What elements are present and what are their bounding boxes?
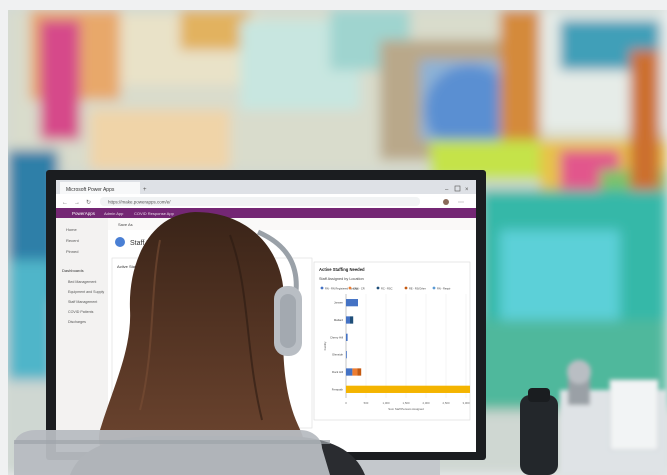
close-icon[interactable]: × — [465, 187, 469, 193]
breadcrumb-2[interactable]: COVID Response App — [134, 211, 175, 216]
breadcrumb-1[interactable]: Admin App — [104, 211, 124, 216]
more-icon[interactable]: ⋯ — [458, 200, 464, 206]
sidebar-item-equipment[interactable]: Equipment and Supply — [68, 290, 104, 294]
avatar[interactable] — [443, 199, 449, 205]
y-axis-label: Facility — [323, 341, 327, 350]
legend-swatch — [432, 286, 436, 290]
legend-swatch — [348, 286, 352, 290]
refresh-icon[interactable]: ↻ — [86, 199, 91, 206]
page-icon — [115, 237, 125, 247]
legend-swatch — [404, 286, 408, 290]
x-tick-label: 500 — [364, 401, 369, 405]
sidebar-section-label: Dashboards — [62, 268, 84, 273]
x-axis-label: Sum Staff Persons Assigned — [388, 407, 424, 411]
chart-panel-title: Active Staffing Needed — [319, 267, 365, 272]
sidebar-item-discharges[interactable]: Discharges — [68, 320, 86, 324]
new-tab-icon[interactable]: + — [143, 187, 147, 193]
scene-svg: Microsoft Power Apps + – × ← → ↻ https:/… — [0, 0, 667, 475]
legend-label: RC - RSC — [381, 287, 393, 291]
bar — [346, 351, 347, 359]
chair-mesh — [14, 440, 330, 444]
bottle-cap — [528, 388, 550, 402]
app-brand: PowerApps — [72, 211, 96, 216]
save-as-button[interactable]: Save As — [118, 222, 133, 227]
category-label: Jansen — [334, 301, 343, 305]
chart-panel — [313, 261, 471, 421]
x-tick-label: 3,000 — [463, 401, 470, 405]
legend-label: CRN - CR — [353, 287, 365, 291]
bar — [346, 333, 348, 341]
category-label: Freepath — [332, 387, 344, 391]
bar — [357, 368, 362, 376]
x-tick-label: 1,500 — [403, 401, 410, 405]
legend-swatch — [320, 286, 324, 290]
legend-label: RN - Respir — [437, 287, 451, 291]
sidebar-item-recent[interactable]: Recent — [66, 238, 80, 243]
legend-label: RE - RS/Other — [409, 287, 426, 291]
sidebar-item-covid[interactable]: COVID Patients — [68, 310, 94, 314]
legend-swatch — [376, 286, 380, 290]
bar — [352, 368, 358, 376]
category-label: Rock Hill — [332, 370, 343, 374]
bar — [346, 385, 470, 393]
top-margin — [0, 0, 667, 10]
bar — [346, 368, 353, 376]
x-tick-label: 2,500 — [443, 401, 450, 405]
bar — [346, 299, 358, 307]
sidebar-item-home[interactable]: Home — [66, 227, 77, 232]
left-margin — [0, 0, 8, 475]
forward-icon[interactable]: → — [74, 200, 80, 206]
sidebar-item-bed-management[interactable]: Bed Management — [68, 280, 96, 284]
sidebar — [56, 218, 108, 452]
x-tick-label: 1,000 — [383, 401, 390, 405]
chair-back — [14, 430, 330, 475]
url-text: https://make.powerapps.com/e/ — [108, 200, 171, 205]
office-scene: Microsoft Power Apps + – × ← → ↻ https:/… — [0, 0, 667, 475]
water-bottle — [520, 395, 558, 475]
sidebar-item-pinned[interactable]: Pinned — [66, 249, 78, 254]
bar — [350, 316, 354, 324]
chart-subtitle: Staff Assigned by Location — [319, 277, 364, 281]
browser-tab-title: Microsoft Power Apps — [66, 187, 115, 193]
sidebar-item-staff[interactable]: Staff Management — [68, 300, 97, 304]
x-tick-label: 2,000 — [423, 401, 430, 405]
category-label: Cherry Hill — [330, 335, 343, 339]
bar — [346, 316, 350, 324]
category-label: Glenside — [332, 353, 343, 357]
back-icon[interactable]: ← — [62, 200, 68, 206]
headphone-cup — [280, 294, 296, 348]
category-label: Mallard — [334, 318, 344, 322]
